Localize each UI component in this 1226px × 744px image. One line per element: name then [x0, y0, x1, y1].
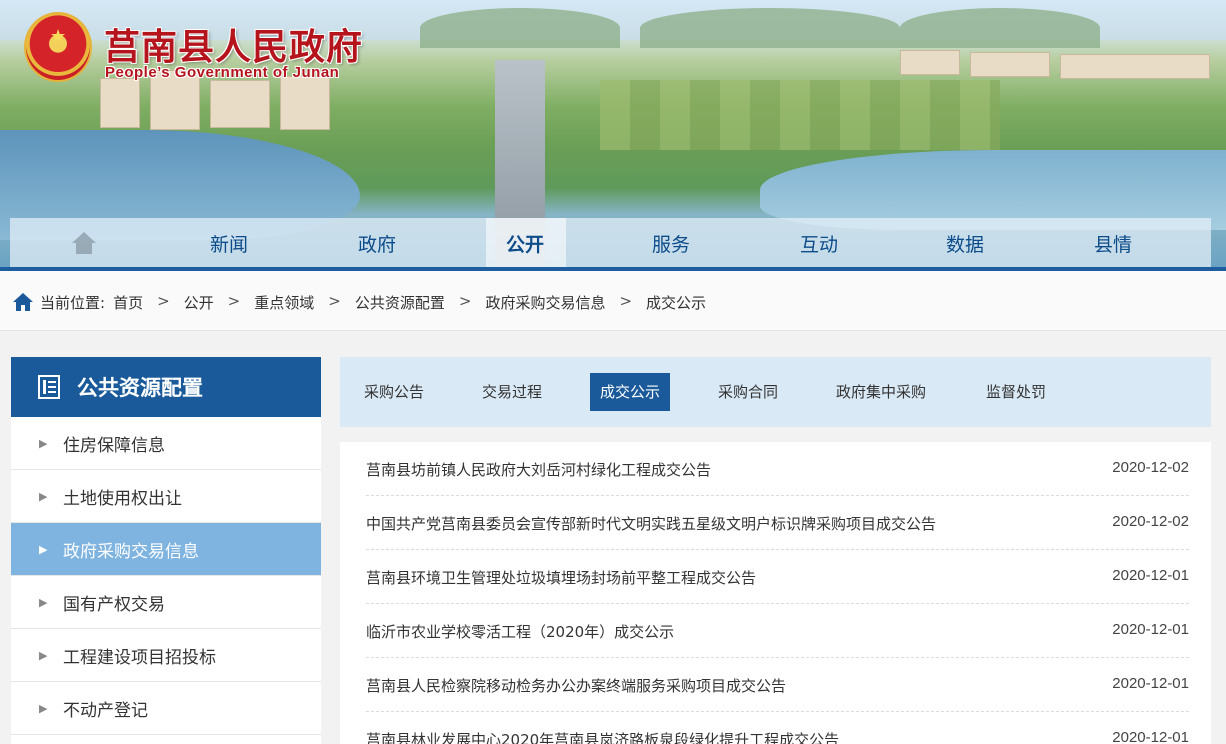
notice-title-link[interactable]: 莒南县坊前镇人民政府大刘岳河村绿化工程成交公告 — [366, 459, 711, 480]
breadcrumb: 当前位置: 首页 > 公开 > 重点领域 > 公共资源配置 > 政府采购交易信息… — [0, 271, 1226, 331]
home-icon[interactable] — [70, 230, 98, 256]
sidebar-item-label: 国有产权交易 — [63, 594, 165, 615]
sidebar-item-housing[interactable]: ▶ 住房保障信息 — [11, 417, 321, 470]
sidebar-item-label: 住房保障信息 — [63, 435, 165, 456]
notice-date: 2020-12-01 — [1112, 621, 1189, 638]
site-subtitle: People’s Government of Junan — [105, 64, 340, 81]
notice-date: 2020-12-02 — [1112, 513, 1189, 530]
star-icon: ★ — [50, 26, 67, 47]
breadcrumb-separator: > — [458, 292, 472, 310]
list-item: 莒南县环境卫生管理处垃圾填埋场封场前平整工程成交公告 2020-12-01 — [366, 550, 1189, 604]
tab-supervision-penalty[interactable]: 监督处罚 — [976, 373, 1056, 411]
category-tabs: 采购公告 交易过程 成交公示 采购合同 政府集中采购 监督处罚 — [340, 357, 1211, 427]
header-banner: ★ 莒南县人民政府 People’s Government of Junan 新… — [0, 0, 1226, 268]
notice-date: 2020-12-01 — [1112, 567, 1189, 584]
sidebar: 公共资源配置 ▶ 住房保障信息 ▶ 土地使用权出让 ▶ 政府采购交易信息 ▶ 国… — [11, 357, 321, 744]
sidebar-title: 公共资源配置 — [77, 376, 203, 400]
banner-fields — [600, 80, 1000, 150]
document-list-icon — [38, 375, 60, 399]
caret-right-icon: ▶ — [39, 489, 48, 503]
list-item: 莒南县坊前镇人民政府大刘岳河村绿化工程成交公告 2020-12-02 — [366, 442, 1189, 496]
sidebar-item-land[interactable]: ▶ 土地使用权出让 — [11, 470, 321, 523]
notice-title-link[interactable]: 中国共产党莒南县委员会宣传部新时代文明实践五星级文明户标识牌采购项目成交公告 — [366, 513, 936, 534]
notice-list: 莒南县坊前镇人民政府大刘岳河村绿化工程成交公告 2020-12-02 中国共产党… — [340, 442, 1211, 744]
sidebar-header: 公共资源配置 — [11, 357, 321, 417]
banner-building — [100, 78, 140, 128]
list-item: 莒南县林业发展中心2020年莒南县岚济路板泉段绿化提升工程成交公告 2020-1… — [366, 712, 1189, 744]
tab-deal-notice[interactable]: 成交公示 — [590, 373, 671, 411]
breadcrumb-separator: > — [157, 292, 170, 310]
breadcrumb-separator: > — [227, 292, 241, 310]
breadcrumb-separator: > — [619, 292, 633, 310]
tab-purchase-contract[interactable]: 采购合同 — [708, 373, 788, 411]
sidebar-item-construction-bidding[interactable]: ▶ 工程建设项目招投标 — [11, 629, 321, 682]
breadcrumb-procurement[interactable]: 政府采购交易信息 — [485, 294, 605, 312]
notice-date: 2020-12-01 — [1112, 729, 1189, 744]
sidebar-item-label: 政府采购交易信息 — [63, 541, 199, 562]
breadcrumb-home[interactable]: 首页 — [113, 294, 143, 312]
banner-mountain — [420, 8, 620, 48]
sidebar-item-real-estate[interactable]: ▶ 不动产登记 — [11, 682, 321, 735]
national-emblem-logo[interactable]: ★ — [24, 12, 92, 82]
nav-item-service[interactable]: 服务 — [652, 230, 690, 257]
notice-title-link[interactable]: 莒南县环境卫生管理处垃圾填埋场封场前平整工程成交公告 — [366, 567, 756, 588]
home-icon — [13, 293, 33, 311]
caret-right-icon: ▶ — [39, 595, 48, 609]
breadcrumb-label: 当前位置: — [40, 294, 106, 312]
breadcrumb-separator: > — [328, 292, 341, 310]
breadcrumb-public-resources[interactable]: 公共资源配置 — [355, 294, 445, 312]
sidebar-item-state-assets[interactable]: ▶ 国有产权交易 — [11, 576, 321, 629]
banner-building — [210, 80, 270, 128]
caret-right-icon: ▶ — [39, 542, 48, 556]
site-title[interactable]: 莒南县人民政府 — [104, 18, 363, 70]
list-item: 临沂市农业学校零活工程（2020年）成交公示 2020-12-01 — [366, 604, 1189, 658]
notice-title-link[interactable]: 莒南县林业发展中心2020年莒南县岚济路板泉段绿化提升工程成交公告 — [366, 729, 839, 744]
notice-date: 2020-12-01 — [1112, 675, 1189, 692]
notice-date: 2020-12-02 — [1112, 459, 1189, 476]
caret-right-icon: ▶ — [39, 648, 48, 662]
breadcrumb-deal-notice[interactable]: 成交公示 — [646, 294, 706, 312]
caret-right-icon: ▶ — [39, 436, 48, 450]
nav-item-government[interactable]: 政府 — [358, 230, 396, 257]
nav-item-data[interactable]: 数据 — [946, 230, 984, 257]
breadcrumb-open[interactable]: 公开 — [184, 294, 214, 312]
sidebar-item-label: 不动产登记 — [63, 700, 148, 721]
nav-item-open[interactable]: 公开 — [506, 230, 544, 257]
breadcrumb-key-areas[interactable]: 重点领域 — [254, 294, 314, 312]
main-nav: 新闻 政府 公开 服务 互动 数据 县情 — [10, 218, 1211, 268]
tab-purchase-announcement[interactable]: 采购公告 — [354, 373, 434, 411]
list-item: 莒南县人民检察院移动检务办公办案终端服务采购项目成交公告 2020-12-01 — [366, 658, 1189, 712]
sidebar-item-procurement[interactable]: ▶ 政府采购交易信息 — [11, 523, 321, 576]
sidebar-item-label: 工程建设项目招投标 — [63, 647, 216, 668]
tab-transaction-process[interactable]: 交易过程 — [472, 373, 552, 411]
banner-building — [900, 50, 960, 75]
tab-central-procurement[interactable]: 政府集中采购 — [826, 373, 936, 411]
banner-building — [1060, 54, 1210, 79]
nav-item-interaction[interactable]: 互动 — [800, 230, 838, 257]
banner-building — [280, 76, 330, 130]
notice-title-link[interactable]: 莒南县人民检察院移动检务办公办案终端服务采购项目成交公告 — [366, 675, 786, 696]
list-item: 中国共产党莒南县委员会宣传部新时代文明实践五星级文明户标识牌采购项目成交公告 2… — [366, 496, 1189, 550]
nav-item-county-info[interactable]: 县情 — [1094, 230, 1132, 257]
sidebar-item-label: 土地使用权出让 — [63, 488, 182, 509]
banner-mountain — [900, 8, 1100, 48]
nav-item-news[interactable]: 新闻 — [210, 230, 248, 257]
banner-building — [970, 52, 1050, 77]
caret-right-icon: ▶ — [39, 701, 48, 715]
banner-mountain — [640, 8, 900, 48]
notice-title-link[interactable]: 临沂市农业学校零活工程（2020年）成交公示 — [366, 621, 674, 642]
